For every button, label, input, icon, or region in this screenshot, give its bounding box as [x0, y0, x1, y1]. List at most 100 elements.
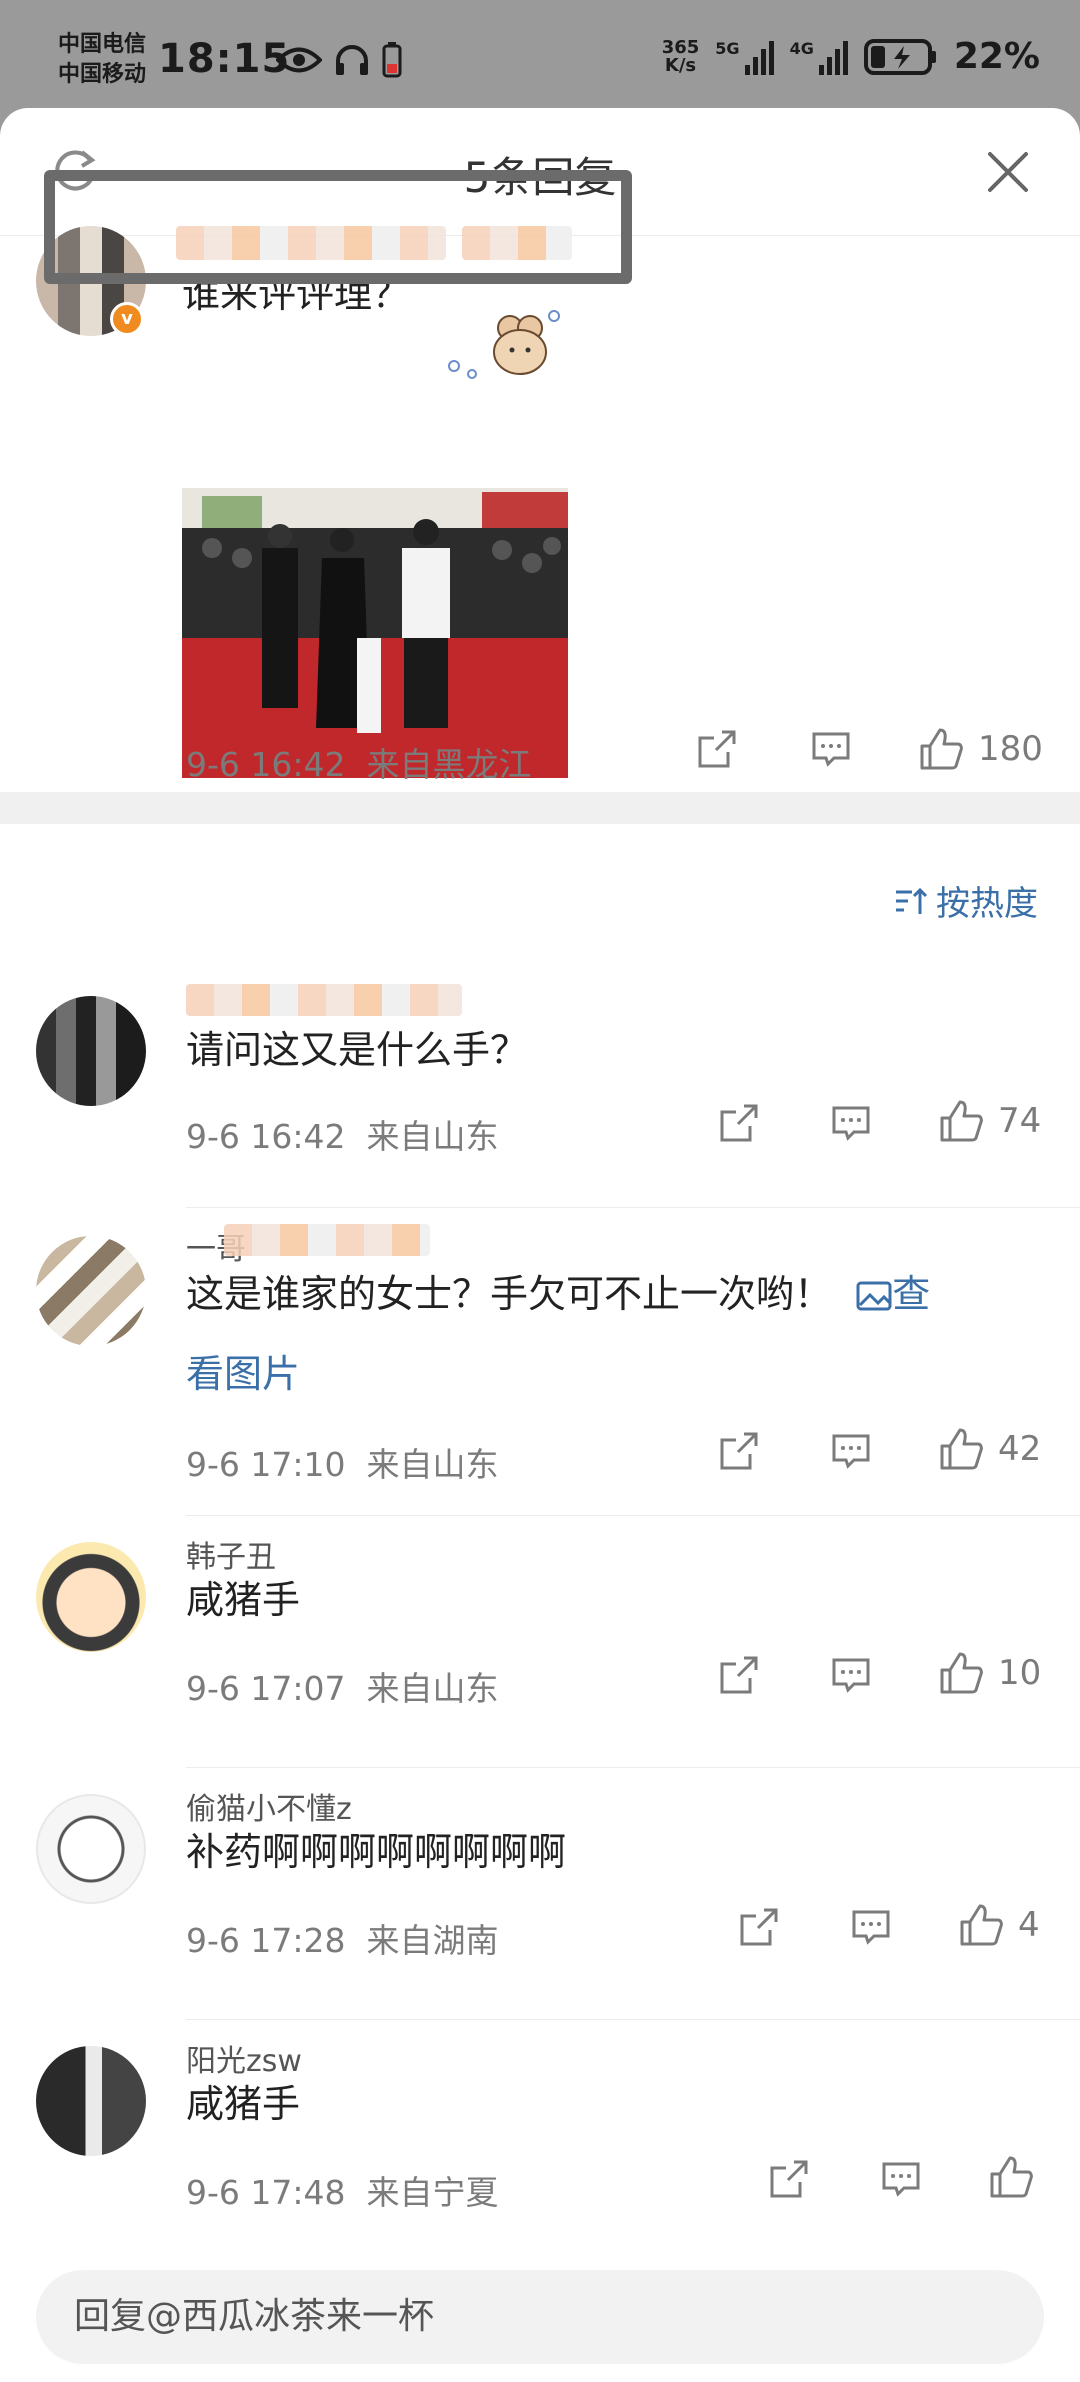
- username-redacted[interactable]: [186, 984, 462, 1016]
- thumbs-up-icon: [940, 1428, 983, 1470]
- reply-username[interactable]: 偷猫小不懂z: [186, 1784, 352, 1828]
- avatar[interactable]: [36, 1236, 146, 1346]
- original-post: v 谁来评评理？ 9-6 16:42 来自黑龙江 180: [0, 226, 1080, 792]
- share-icon: [720, 1104, 758, 1142]
- reply-username[interactable]: 阳光zsw: [186, 2036, 302, 2080]
- reply-input[interactable]: 回复@西瓜冰茶来一杯: [36, 2270, 1044, 2364]
- reply-meta: 9-6 17:48 来自宁夏: [186, 2166, 498, 2214]
- share-button[interactable]: [696, 728, 738, 770]
- reply-date: 9-6 16:42: [186, 1117, 346, 1156]
- like-button[interactable]: 4: [958, 1902, 1040, 1948]
- reply-text-content: 这是谁家的女士？手欠可不止一次哟！: [186, 1272, 833, 1316]
- thumbs-up-icon: [990, 2156, 1033, 2198]
- reply-date: 9-6 17:48: [186, 2173, 346, 2212]
- clock: 18:15: [158, 36, 291, 82]
- share-icon: [720, 1656, 758, 1694]
- comment-button[interactable]: [830, 1654, 872, 1696]
- comment-button[interactable]: [830, 1430, 872, 1472]
- thumbs-up-icon: [940, 1100, 983, 1142]
- carrier-labels: 中国电信 中国移动: [58, 30, 146, 90]
- like-count: 10: [998, 1653, 1042, 1693]
- signal-5g-icon: 5G: [715, 38, 774, 75]
- reply-meta: 9-6 16:42 来自山东: [186, 1110, 498, 1158]
- avatar[interactable]: [36, 1794, 146, 1904]
- sort-label: 按热度: [936, 884, 1038, 924]
- carrier-1: 中国电信: [58, 32, 147, 57]
- share-button[interactable]: [768, 2158, 810, 2200]
- comment-button[interactable]: [850, 1906, 892, 1948]
- like-button[interactable]: 42: [938, 1426, 1041, 1472]
- reply-text: 补药啊啊啊啊啊啊啊啊: [186, 1830, 567, 1874]
- thumbs-up-icon: [920, 728, 963, 770]
- comment-icon: [832, 1434, 870, 1469]
- reply-date: 9-6 17:28: [186, 1921, 346, 1960]
- replies-sheet: 5条回复 v 谁来评评理？ 9-6 16:42 来自黑龙江 180 按热度 请问…: [0, 108, 1080, 2382]
- view-image-link-part-1: 查: [892, 1272, 931, 1316]
- comment-button[interactable]: [880, 2158, 922, 2200]
- reply-location: 来自山东: [366, 1117, 499, 1156]
- avatar[interactable]: [36, 996, 146, 1106]
- net-speed-value: 365: [661, 36, 700, 58]
- reply-meta: 9-6 17:28 来自湖南: [186, 1914, 498, 1962]
- list-item: 请问这又是什么手？ 9-6 16:42 来自山东 74: [0, 958, 1080, 1208]
- signal-5g-label: 5G: [715, 38, 740, 58]
- username-redacted[interactable]: [224, 1224, 430, 1256]
- comment-icon: [882, 2162, 920, 2197]
- like-count: 74: [998, 1101, 1042, 1141]
- reply-date: 9-6 17:10: [186, 1445, 346, 1484]
- close-icon[interactable]: [984, 148, 1032, 196]
- reply-text: 咸猪手: [186, 1578, 301, 1622]
- status-icons: [276, 42, 402, 78]
- post-photo[interactable]: [182, 488, 568, 778]
- avatar[interactable]: [36, 1542, 146, 1652]
- status-right: 365 K/s 5G 4G 22%: [662, 36, 1040, 77]
- carrier-2: 中国移动: [58, 62, 147, 87]
- share-icon: [770, 2160, 808, 2198]
- net-speed: 365 K/s: [661, 36, 700, 76]
- like-button[interactable]: [988, 2154, 1048, 2200]
- bear-sticker-icon: [448, 310, 560, 379]
- reply-text: 咸猪手: [186, 2082, 301, 2126]
- share-button[interactable]: [718, 1654, 760, 1696]
- comment-button[interactable]: [830, 1102, 872, 1144]
- image-icon: [856, 1281, 892, 1311]
- list-item: 韩子丑 咸猪手 9-6 17:07 来自山东 10: [0, 1516, 1080, 1768]
- like-count: 4: [1018, 1905, 1040, 1945]
- share-button[interactable]: [738, 1906, 780, 1948]
- reply-username[interactable]: 韩子丑: [186, 1532, 276, 1576]
- list-item: 一哥 这是谁家的女士？手欠可不止一次哟！ 查 看图片 9-6 17:10 来自山…: [0, 1208, 1080, 1516]
- view-image-link-cont[interactable]: 看图片: [186, 1346, 300, 1402]
- sort-icon: [896, 887, 928, 914]
- reply-date: 9-6 17:07: [186, 1669, 346, 1708]
- net-speed-unit: K/s: [664, 54, 697, 76]
- phone-battery-icon: [382, 42, 402, 78]
- share-button[interactable]: [718, 1102, 760, 1144]
- list-item: 偷猫小不懂z 补药啊啊啊啊啊啊啊啊 9-6 17:28 来自湖南 4: [0, 1768, 1080, 2020]
- reply-text: 请问这又是什么手？: [186, 1028, 529, 1072]
- view-image-link[interactable]: 查: [844, 1272, 930, 1316]
- comment-icon: [832, 1658, 870, 1693]
- reply-location: 来自宁夏: [366, 2173, 499, 2212]
- avatar[interactable]: [36, 2046, 146, 2156]
- selection-highlight: [44, 170, 632, 284]
- status-bar: 中国电信 中国移动 18:15 365 K/s 5G 4G 22%: [0, 0, 1080, 110]
- signal-4g-label: 4G: [789, 38, 814, 58]
- post-meta: 9-6 16:42 来自黑龙江: [186, 738, 531, 786]
- reply-location: 来自湖南: [366, 1921, 499, 1960]
- like-button[interactable]: 74: [938, 1098, 1041, 1144]
- reply-text: 这是谁家的女士？手欠可不止一次哟！ 查: [186, 1266, 930, 1322]
- comment-icon: [812, 732, 850, 767]
- sort-button[interactable]: 按热度: [894, 876, 1038, 925]
- share-icon: [720, 1432, 758, 1470]
- like-count: 42: [998, 1429, 1042, 1469]
- reply-location: 来自山东: [366, 1445, 499, 1484]
- comment-button[interactable]: [810, 728, 852, 770]
- like-button[interactable]: 180: [918, 726, 1043, 772]
- thumbs-up-icon: [940, 1652, 983, 1694]
- post-location: 来自黑龙江: [366, 745, 532, 784]
- reply-location: 来自山东: [366, 1669, 499, 1708]
- share-button[interactable]: [718, 1430, 760, 1472]
- like-button[interactable]: 10: [938, 1650, 1041, 1696]
- headphones-icon: [336, 45, 368, 75]
- list-item: 阳光zsw 咸猪手 9-6 17:48 来自宁夏: [0, 2020, 1080, 2256]
